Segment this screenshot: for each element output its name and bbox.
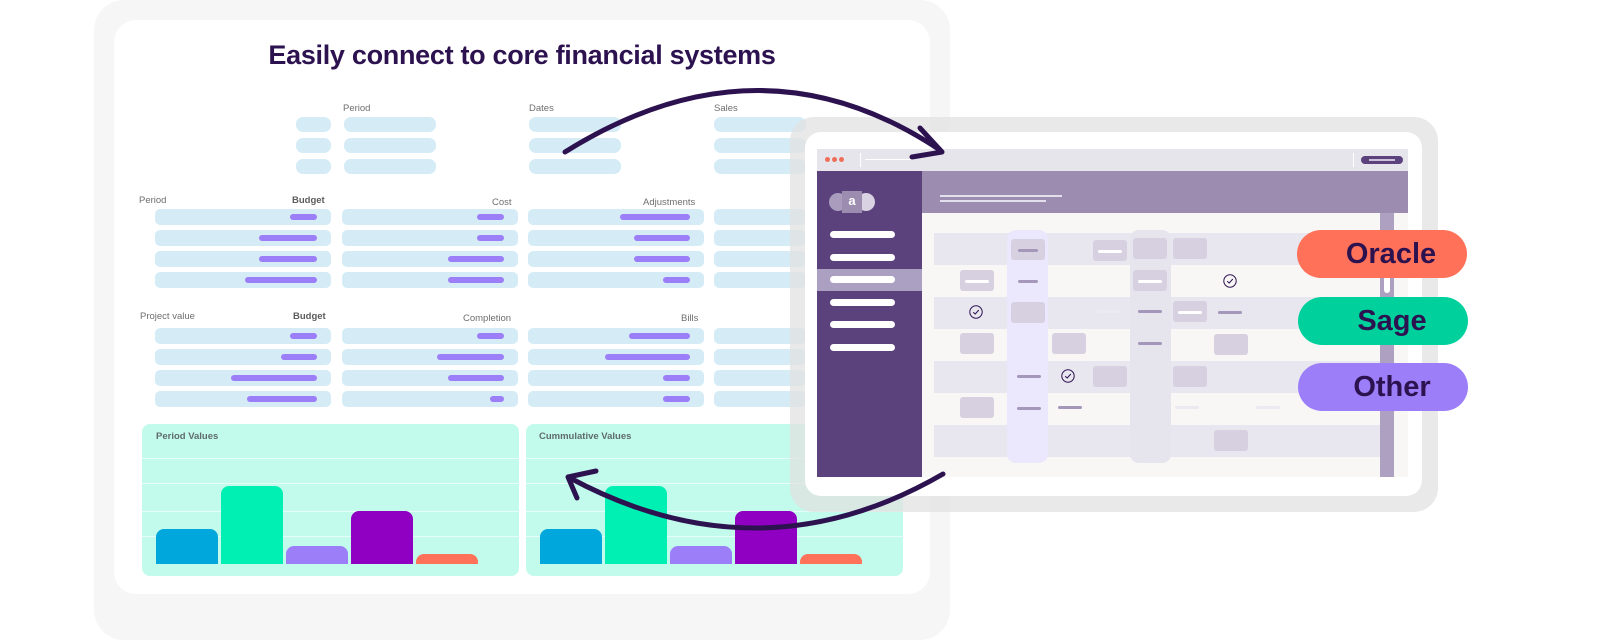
arrow-to-dashboard-icon	[567, 471, 946, 531]
integration-sage[interactable]: Sage	[1298, 297, 1468, 345]
arrow-to-app-icon	[562, 88, 943, 155]
integration-oracle[interactable]: Oracle	[1297, 230, 1467, 278]
integration-other[interactable]: Other	[1298, 363, 1468, 411]
